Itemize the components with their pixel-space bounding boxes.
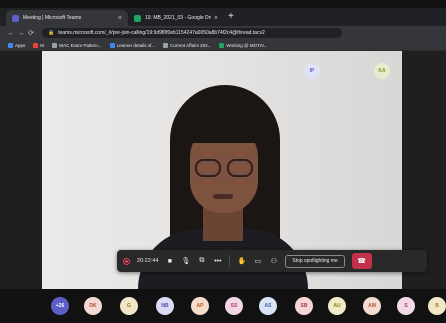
participant-avatar[interactable]: AU (328, 297, 346, 315)
avatar-initials: AS (264, 303, 272, 309)
participant-avatar[interactable]: NB (156, 297, 174, 315)
bookmark-m[interactable]: M (33, 42, 45, 48)
browser-tab-strip: Meeting | Microsoft Teams × 19. MB_2021_… (0, 8, 446, 26)
tab-google-drive[interactable]: 19. MB_2021_03 - Google Drive × (128, 10, 224, 26)
meeting-stage: IP KA 20:22:44 ■ 🎙 ⧉ ••• ✋ ▭ ⚇ Stop spot… (0, 51, 446, 289)
participant-avatar[interactable]: SB (295, 297, 313, 315)
meeting-timer: 20:22:44 (137, 258, 159, 264)
bookmark-label: Learner details of... (116, 42, 156, 48)
person-fringe (186, 111, 264, 143)
avatar-initials: S (404, 303, 408, 309)
avatar-initials: AU (333, 303, 341, 309)
share-screen-icon[interactable]: ⧉ (197, 257, 206, 265)
chat-icon[interactable]: ▭ (253, 257, 262, 265)
bookmark-label: M (40, 42, 45, 48)
participants-icon[interactable]: ⚇ (269, 257, 278, 265)
participant-tile-avatar[interactable]: IP (304, 63, 320, 79)
forward-icon[interactable]: → (16, 30, 26, 37)
glasses-left-lens (195, 159, 221, 177)
hang-up-icon: ☎ (357, 258, 367, 265)
bookmark-wac[interactable]: WAC Exam Pattern... (52, 42, 102, 48)
avatar-initials: G (127, 303, 131, 309)
camera-icon[interactable]: ■ (165, 258, 174, 265)
avatar-initials: NB (161, 303, 169, 309)
bookmark-working[interactable]: Working @ MOTIV... (219, 42, 268, 48)
bookmark-label: Current Affairs 202... (170, 42, 212, 48)
participant-avatar[interactable]: AP (191, 297, 209, 315)
recording-icon (123, 257, 130, 265)
site-icon (219, 42, 225, 48)
globe-icon (163, 42, 169, 48)
avatar-initials: SS (230, 303, 238, 309)
person-lips (213, 194, 233, 199)
participant-avatar[interactable]: G (120, 297, 138, 315)
participant-tile-avatar[interactable]: KA (374, 63, 390, 79)
close-tab-icon[interactable]: × (118, 15, 122, 22)
gmail-icon (33, 42, 39, 48)
participant-avatar[interactable]: S (397, 297, 415, 315)
bookmark-current-affairs[interactable]: Current Affairs 202... (163, 42, 212, 48)
apps-grid-icon (8, 42, 13, 48)
bookmark-learner[interactable]: Learner details of... (109, 42, 156, 48)
avatar-initials: B (435, 303, 439, 309)
bookmarks-bar: Apps M WAC Exam Pattern... Learner detai… (0, 40, 446, 51)
participant-avatar[interactable]: B (428, 297, 446, 315)
avatar-initials: DK (89, 303, 97, 309)
tab-title: Meeting | Microsoft Teams (23, 15, 82, 21)
bookmark-label: Working @ MOTIV... (226, 42, 268, 48)
bookmark-apps[interactable]: Apps (8, 42, 26, 48)
stop-spotlighting-button[interactable]: Stop spotlighting me (285, 254, 345, 268)
close-tab-icon[interactable]: × (214, 15, 218, 22)
participant-avatar[interactable]: AS (259, 297, 277, 315)
tab-title: 19. MB_2021_03 - Google Drive (145, 15, 211, 21)
teams-favicon-icon (12, 14, 19, 22)
new-tab-icon[interactable]: + (228, 11, 234, 22)
avatar-initials: AM (368, 303, 376, 309)
tab-teams-meeting[interactable]: Meeting | Microsoft Teams × (6, 10, 128, 26)
avatar-initials: +26 (55, 303, 65, 309)
divider (229, 255, 231, 267)
site-icon (109, 42, 115, 48)
participant-avatar[interactable]: DK (84, 297, 102, 315)
participant-avatar[interactable]: +26 (51, 297, 69, 315)
raise-hand-icon[interactable]: ✋ (237, 257, 247, 265)
globe-icon (52, 42, 58, 48)
address-bar[interactable]: 🔒 teams.microsoft.com/_#/pre-join-callin… (42, 28, 342, 38)
drive-favicon-icon (134, 14, 141, 22)
microphone-icon[interactable]: 🎙 (181, 257, 190, 265)
participant-roster: +26 DK G NB AP SS AS SB AU AM S B (0, 289, 446, 323)
meeting-control-bar: 20:22:44 ■ 🎙 ⧉ ••• ✋ ▭ ⚇ Stop spotlighti… (117, 250, 427, 272)
url-text: teams.microsoft.com/_#/pre-join-calling/… (58, 30, 265, 36)
participant-avatar[interactable]: AM (363, 297, 381, 315)
bookmark-label: WAC Exam Pattern... (59, 42, 102, 48)
bookmark-label: Apps (15, 42, 26, 48)
avatar-initials: AP (196, 303, 204, 309)
screen-frame: Meeting | Microsoft Teams × 19. MB_2021_… (0, 0, 446, 323)
avatar-initials: IP (309, 68, 315, 74)
leave-call-button[interactable]: ☎ (351, 253, 372, 269)
participant-avatar[interactable]: SS (225, 297, 243, 315)
avatar-initials: KA (378, 68, 386, 74)
more-actions-icon[interactable]: ••• (213, 258, 222, 265)
avatar-initials: SB (300, 303, 308, 309)
lock-icon: 🔒 (48, 30, 55, 36)
browser-toolbar: ← → ⟳ 🔒 teams.microsoft.com/_#/pre-join-… (0, 26, 446, 40)
glasses-right-lens (227, 159, 253, 177)
reload-icon[interactable]: ⟳ (26, 29, 36, 37)
back-icon[interactable]: ← (6, 30, 16, 37)
